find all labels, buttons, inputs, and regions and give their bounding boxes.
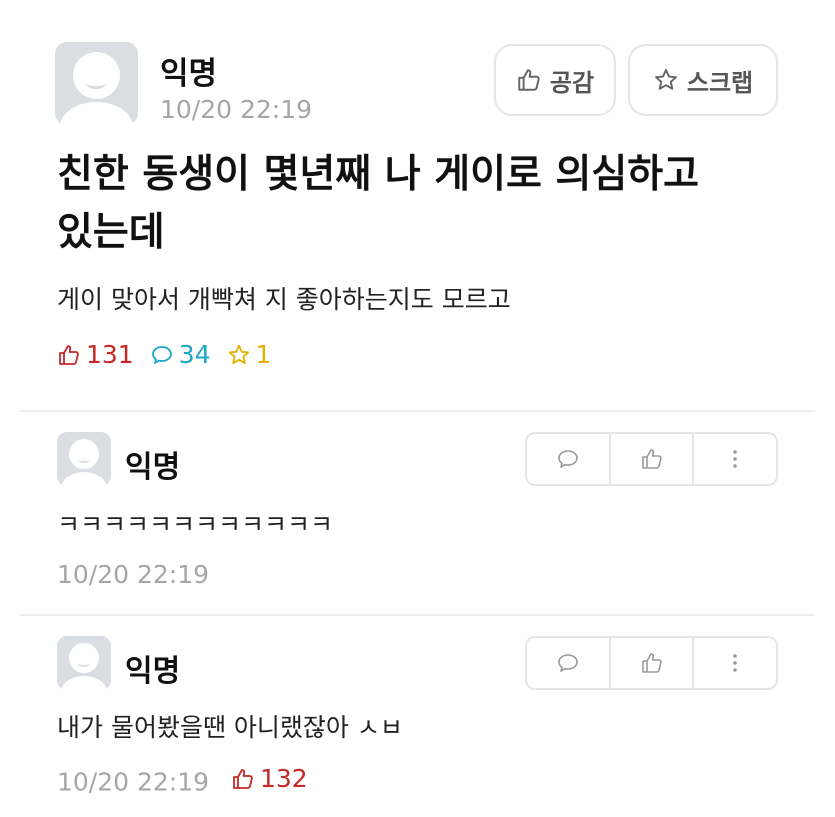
- star-icon: [228, 344, 249, 364]
- post-stats: 131 34 1: [57, 340, 271, 369]
- comment-text: 내가 물어봤을땐 아니랬잖아 ㅅㅂ: [57, 713, 403, 742]
- comment-like-count: 132: [231, 764, 308, 793]
- comment-like-button[interactable]: [608, 434, 693, 484]
- comment-avatar: [57, 636, 111, 690]
- speech-bubble-icon: [151, 345, 172, 364]
- vertical-dots-icon: [733, 450, 737, 468]
- like-button[interactable]: 공감: [494, 44, 616, 116]
- like-count: 131: [57, 340, 134, 369]
- more-button[interactable]: [692, 638, 776, 688]
- post-author: 익명: [160, 56, 218, 92]
- comment-timestamp: 10/20 22:19: [57, 767, 210, 797]
- comment-timestamp: 10/20 22:19: [57, 560, 210, 589]
- reply-button[interactable]: [527, 434, 609, 484]
- speech-bubble-icon: [558, 450, 578, 468]
- comment-count-value: 34: [178, 340, 211, 369]
- thumbs-up-icon: [233, 768, 253, 789]
- post-timestamp: 10/20 22:19: [160, 95, 313, 124]
- star-icon: [654, 69, 677, 90]
- vertical-dots-icon: [733, 654, 737, 672]
- scrap-count: 1: [227, 340, 272, 369]
- comment-author: 익명: [125, 450, 181, 485]
- reply-button[interactable]: [527, 638, 609, 688]
- thumbs-up-icon: [518, 69, 540, 91]
- comment-like-button[interactable]: [608, 638, 693, 688]
- thumbs-up-icon: [641, 449, 662, 469]
- avatar: [55, 42, 138, 125]
- comment-actions: [525, 432, 778, 486]
- divider: [20, 614, 815, 616]
- more-button[interactable]: [692, 434, 776, 484]
- like-count-value: 131: [86, 340, 134, 369]
- speech-bubble-icon: [558, 654, 578, 672]
- scrap-button-label: 스크랩: [686, 68, 754, 97]
- comment-actions: [525, 636, 778, 690]
- like-button-label: 공감: [549, 68, 595, 97]
- comment-avatar: [57, 432, 111, 486]
- comment-count: 34: [150, 340, 211, 369]
- thumbs-up-icon: [641, 653, 662, 673]
- scrap-button[interactable]: 스크랩: [628, 44, 778, 116]
- comment-like-count-value: 132: [260, 764, 308, 793]
- comment-text: ㅋㅋㅋㅋㅋㅋㅋㅋㅋㅋㅋㅋ: [57, 510, 334, 539]
- scrap-count-value: 1: [255, 340, 272, 369]
- post-title-line-1: 친한 동생이 몇년째 나 게이로 의심하고: [57, 152, 699, 197]
- comment-meta: 10/20 22:19 132: [57, 764, 308, 797]
- post-body: 게이 맞아서 개빡쳐 지 좋아하는지도 모르고: [57, 285, 511, 314]
- comment-author: 익명: [125, 654, 181, 689]
- post-title-line-2: 있는데: [57, 210, 165, 255]
- thumbs-up-icon: [59, 344, 79, 365]
- divider: [20, 410, 815, 412]
